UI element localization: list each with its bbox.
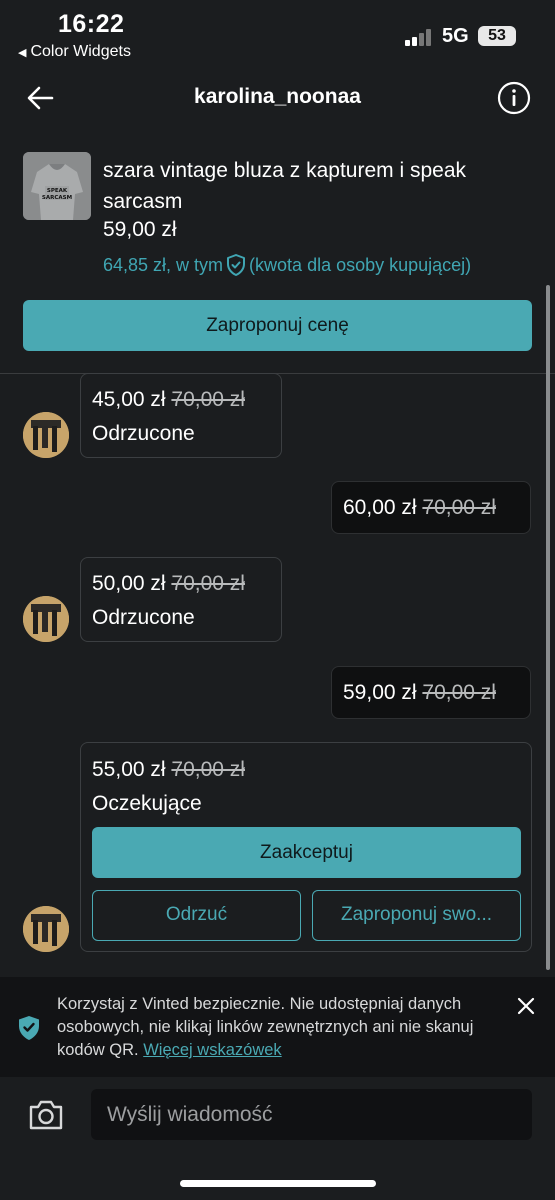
item-price: 59,00 zł — [103, 218, 177, 241]
avatar[interactable] — [23, 906, 69, 952]
close-icon[interactable] — [514, 994, 538, 1018]
offer-price: 60,00 zł — [343, 496, 417, 519]
original-price: 70,00 zł — [171, 388, 245, 411]
offer-price-line: 60,00 zł 70,00 zł — [343, 496, 519, 520]
original-price: 70,00 zł — [171, 758, 245, 781]
signal-icon — [405, 28, 437, 46]
camera-icon[interactable] — [28, 1099, 64, 1131]
svg-text:SARCASM: SARCASM — [42, 195, 72, 201]
back-app-label: Color Widgets — [30, 43, 131, 60]
offer-price: 50,00 zł — [92, 572, 166, 595]
original-price: 70,00 zł — [422, 496, 496, 519]
offer-price: 55,00 zł — [92, 758, 166, 781]
svg-text:SPEAK: SPEAK — [47, 188, 68, 194]
offer-price: 45,00 zł — [92, 388, 166, 411]
shield-check-icon — [17, 1015, 41, 1041]
offer-price-line: 59,00 zł 70,00 zł — [343, 681, 519, 705]
offer-bubble: 60,00 zł 70,00 zł — [331, 481, 531, 534]
propose-price-button[interactable]: Zaproponuj cenę — [23, 300, 532, 351]
counter-offer-button[interactable]: Zaproponuj swo... — [312, 890, 521, 941]
battery-icon: 53 — [478, 26, 516, 46]
decline-offer-button[interactable]: Odrzuć — [92, 890, 301, 941]
buyer-price: 64,85 zł, w tym — [103, 254, 224, 275]
scrollbar[interactable] — [546, 285, 550, 970]
buyer-note: (kwota dla osoby kupującej) — [249, 254, 472, 275]
original-price: 70,00 zł — [422, 681, 496, 704]
buyer-protection-shield-icon[interactable] — [225, 253, 247, 277]
item-thumbnail[interactable]: SPEAK SARCASM — [23, 152, 91, 220]
status-bar: 16:22 ◀ Color Widgets 5G 53 — [0, 0, 555, 70]
offer-status: Odrzucone — [92, 422, 195, 445]
offer-price-line: 45,00 zł 70,00 zł — [92, 388, 270, 412]
offer-bubble: 59,00 zł 70,00 zł — [331, 666, 531, 719]
status-time: 16:22 — [58, 10, 125, 38]
offer-price: 59,00 zł — [343, 681, 417, 704]
message-composer — [0, 1077, 555, 1200]
battery-level: 53 — [488, 27, 506, 44]
nav-bar: karolina_noonaa — [0, 70, 555, 130]
offer-bubble: 45,00 zł 70,00 zł Odrzucone — [80, 373, 282, 458]
home-indicator — [180, 1180, 376, 1187]
offer-status: Oczekujące — [92, 792, 202, 815]
more-tips-link[interactable]: Więcej wskazówek — [143, 1041, 281, 1059]
safety-banner: Korzystaj z Vinted bezpiecznie. Nie udos… — [0, 977, 555, 1077]
offer-status: Odrzucone — [92, 606, 195, 629]
info-icon[interactable] — [497, 81, 531, 115]
offer-bubble: 50,00 zł 70,00 zł Odrzucone — [80, 557, 282, 642]
back-triangle-icon: ◀ — [18, 47, 27, 59]
conversation-title: karolina_noonaa — [194, 85, 361, 108]
avatar[interactable] — [23, 596, 69, 642]
network-label: 5G — [442, 25, 469, 47]
pending-offer-bubble: 55,00 zł 70,00 zł Oczekujące Zaakceptuj … — [80, 742, 532, 952]
avatar[interactable] — [23, 412, 69, 458]
safety-message: Korzystaj z Vinted bezpiecznie. Nie udos… — [57, 993, 502, 1062]
offer-price-line: 50,00 zł 70,00 zł — [92, 572, 270, 596]
buyer-price-line[interactable]: 64,85 zł, w tym (kwota dla osoby kupując… — [103, 253, 471, 277]
offer-price-line: 55,00 zł 70,00 zł — [92, 758, 520, 782]
message-input[interactable] — [91, 1089, 532, 1140]
item-title: szara vintage bluza z kapturem i speak s… — [103, 159, 467, 213]
accept-offer-button[interactable]: Zaakceptuj — [92, 827, 521, 878]
back-to-app-link[interactable]: ◀ Color Widgets — [18, 43, 131, 61]
original-price: 70,00 zł — [171, 572, 245, 595]
